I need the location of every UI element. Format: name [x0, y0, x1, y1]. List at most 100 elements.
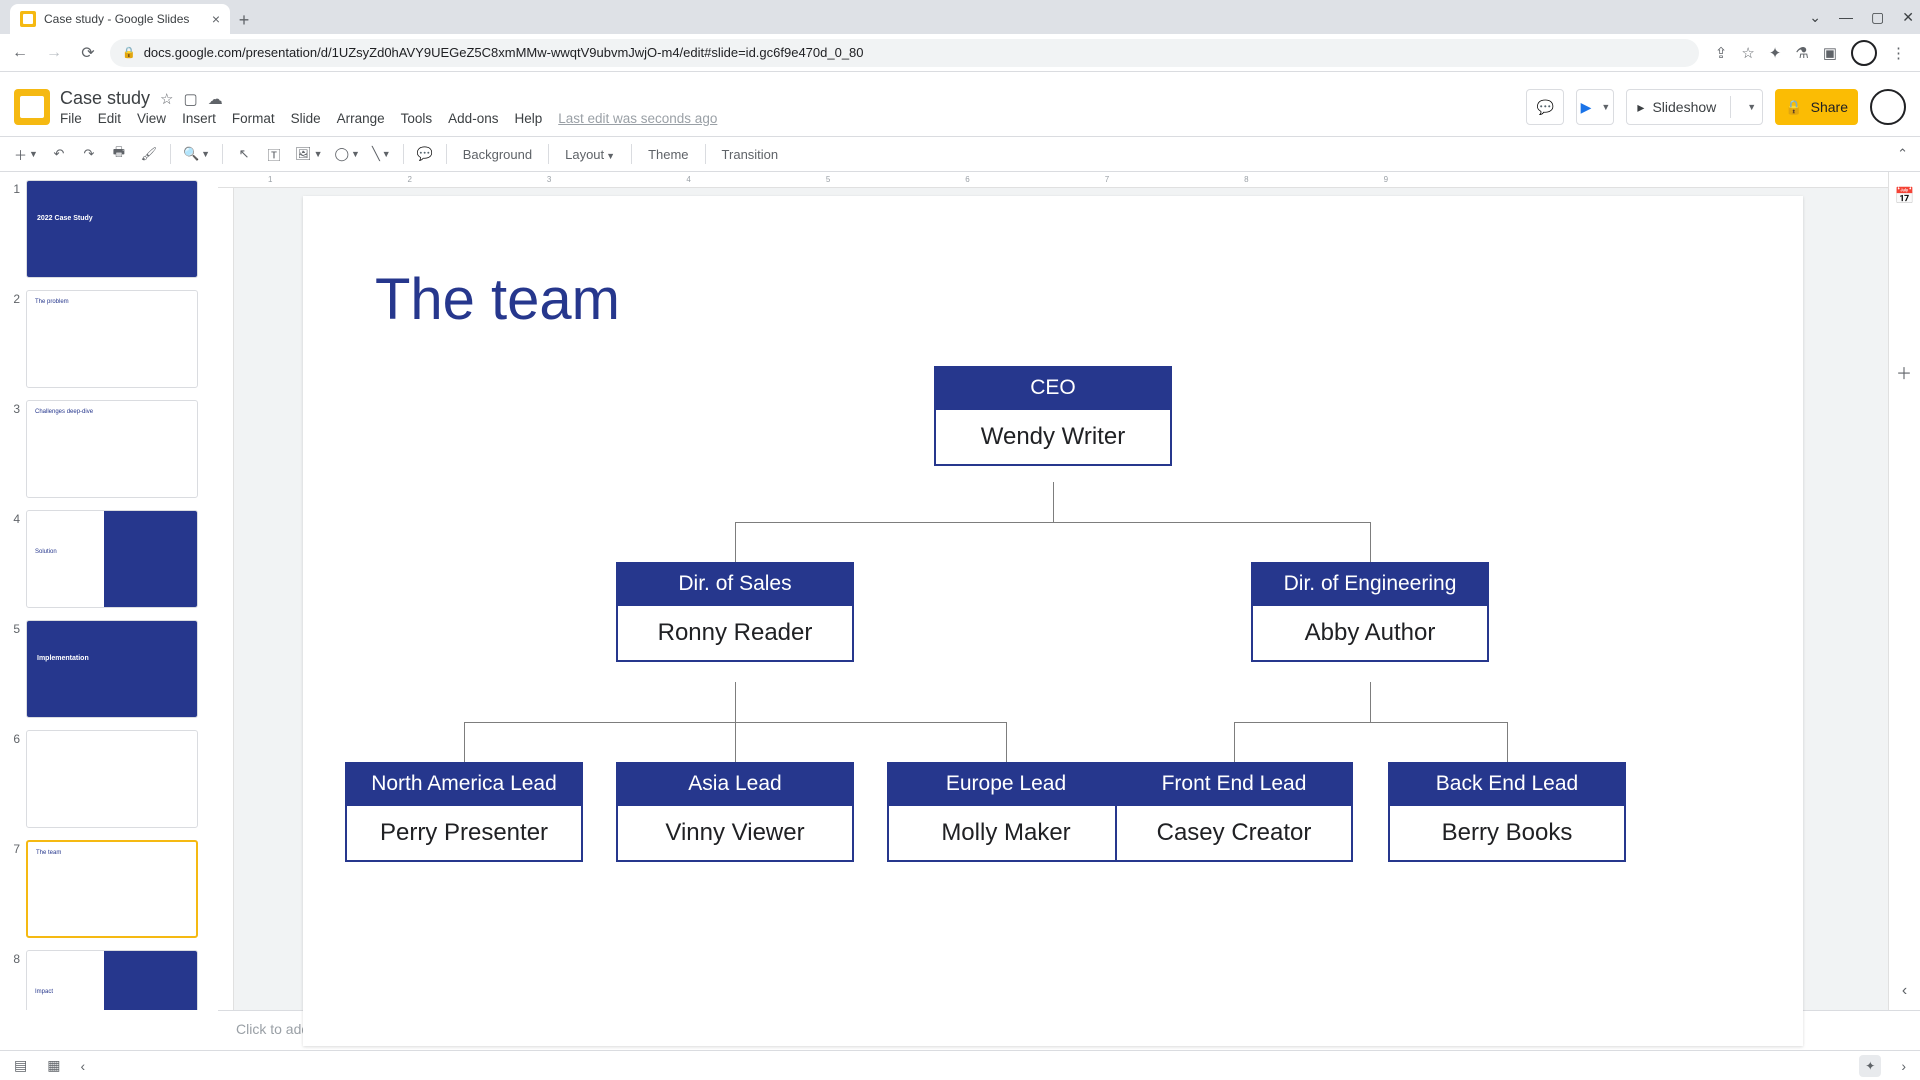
menu-tools[interactable]: Tools: [401, 111, 433, 126]
account-avatar-icon[interactable]: [1870, 89, 1906, 125]
filmstrip[interactable]: 12022 Case Study2The problem3Challenges …: [0, 172, 218, 1010]
slide-thumbnail[interactable]: [26, 730, 198, 828]
org-node-be[interactable]: Back End Lead Berry Books: [1388, 762, 1626, 862]
undo-button[interactable]: ↶: [46, 141, 72, 167]
show-side-panel-icon[interactable]: ‹: [1902, 982, 1907, 1000]
org-node-ceo[interactable]: CEO Wendy Writer: [934, 366, 1172, 466]
thumb-number: 7: [6, 840, 20, 938]
slide-title[interactable]: The team: [375, 266, 620, 333]
new-slide-button[interactable]: ＋▼: [10, 141, 42, 167]
theme-button[interactable]: Theme: [640, 147, 696, 162]
present-dropdown-button[interactable]: ▶▼: [1576, 89, 1614, 125]
move-doc-icon[interactable]: ▢: [184, 90, 198, 108]
menu-addons[interactable]: Add-ons: [448, 111, 498, 126]
image-button[interactable]: 🖼▼: [291, 141, 326, 167]
slide-thumbnail[interactable]: The team: [26, 840, 198, 938]
install-icon[interactable]: ⇪: [1715, 44, 1728, 62]
org-node-sales[interactable]: Dir. of Sales Ronny Reader: [616, 562, 854, 662]
chevron-down-icon[interactable]: ⌄: [1809, 9, 1821, 26]
chevron-down-icon[interactable]: ▼: [1747, 102, 1756, 112]
maximize-icon[interactable]: ▢: [1871, 9, 1884, 26]
menu-edit[interactable]: Edit: [98, 111, 121, 126]
textbox-button[interactable]: 🅃: [261, 141, 287, 167]
thumb-number: 6: [6, 730, 20, 828]
close-tab-icon[interactable]: ×: [212, 11, 220, 27]
org-node-eng[interactable]: Dir. of Engineering Abby Author: [1251, 562, 1489, 662]
line-button[interactable]: ╲▼: [368, 141, 395, 167]
node-role: CEO: [934, 366, 1172, 410]
slideshow-button[interactable]: ▸ Slideshow ▼: [1626, 89, 1763, 125]
slide-canvas[interactable]: The team CEO Wendy Writer: [303, 196, 1803, 1046]
filmstrip-view-icon[interactable]: ▤: [14, 1057, 27, 1074]
shape-button[interactable]: ◯▼: [330, 141, 363, 167]
slide-thumbnail[interactable]: Challenges deep-dive: [26, 400, 198, 498]
back-button[interactable]: ←: [8, 41, 32, 65]
reload-button[interactable]: ⟳: [76, 41, 100, 65]
slide-thumbnail[interactable]: 2022 Case Study: [26, 180, 198, 278]
profile-avatar-icon[interactable]: [1851, 40, 1877, 66]
menu-view[interactable]: View: [137, 111, 166, 126]
ruler-mark: 4: [686, 175, 690, 184]
share-button[interactable]: 🔒 Share: [1775, 89, 1858, 125]
separator: [446, 144, 447, 164]
node-name: Berry Books: [1388, 806, 1626, 862]
zoom-button[interactable]: 🔍▼: [179, 141, 214, 167]
slide-thumbnail[interactable]: Impact: [26, 950, 198, 1010]
forward-button[interactable]: →: [42, 41, 66, 65]
menu-insert[interactable]: Insert: [182, 111, 216, 126]
star-doc-icon[interactable]: ☆: [160, 90, 173, 108]
star-icon[interactable]: ☆: [1741, 44, 1754, 62]
slideshow-label: Slideshow: [1652, 99, 1716, 115]
add-icon[interactable]: ＋: [1896, 360, 1912, 384]
transition-button[interactable]: Transition: [714, 147, 787, 162]
grid-view-icon[interactable]: ▦: [47, 1057, 60, 1074]
app-header: Case study ☆ ▢ ☁ File Edit View Insert F…: [0, 72, 1920, 136]
select-tool-button[interactable]: ↖: [231, 141, 257, 167]
cloud-status-icon[interactable]: ☁: [208, 90, 223, 108]
slide-thumbnail[interactable]: Solution: [26, 510, 198, 608]
org-node-fe[interactable]: Front End Lead Casey Creator: [1115, 762, 1353, 862]
main-area: 12022 Case Study2The problem3Challenges …: [0, 172, 1920, 1010]
divider: [1730, 96, 1731, 118]
paint-format-button[interactable]: 🖌: [136, 141, 162, 167]
last-edit-link[interactable]: Last edit was seconds ago: [558, 111, 717, 126]
menu-bar: File Edit View Insert Format Slide Arran…: [60, 111, 1516, 126]
new-tab-button[interactable]: +: [230, 6, 258, 34]
explore-button[interactable]: ✦: [1859, 1055, 1881, 1077]
close-window-icon[interactable]: ✕: [1902, 9, 1914, 26]
slide-thumbnail[interactable]: Implementation: [26, 620, 198, 718]
comment-button[interactable]: 💬: [412, 141, 438, 167]
redo-button[interactable]: ↷: [76, 141, 102, 167]
kebab-menu-icon[interactable]: ⋮: [1891, 44, 1906, 62]
extensions-icon[interactable]: ✦: [1769, 44, 1782, 62]
labs-icon[interactable]: ⚗: [1795, 44, 1808, 62]
document-title[interactable]: Case study: [60, 88, 150, 109]
layout-button[interactable]: Layout▼: [557, 147, 623, 162]
slide-thumbnail[interactable]: The problem: [26, 290, 198, 388]
ruler-mark: 9: [1384, 175, 1388, 184]
url-field[interactable]: 🔒 docs.google.com/presentation/d/1UZsyZd…: [110, 39, 1699, 67]
comments-button[interactable]: 💬: [1526, 89, 1564, 125]
org-node-na[interactable]: North America Lead Perry Presenter: [345, 762, 583, 862]
collapse-toolbar-icon[interactable]: ⌃: [1897, 146, 1908, 162]
next-icon[interactable]: ›: [1901, 1058, 1906, 1074]
sidepanel-icon[interactable]: ▣: [1823, 44, 1837, 62]
menu-help[interactable]: Help: [514, 111, 542, 126]
slides-logo-icon[interactable]: [14, 89, 50, 125]
menu-slide[interactable]: Slide: [291, 111, 321, 126]
ruler-mark: 2: [407, 175, 411, 184]
menu-format[interactable]: Format: [232, 111, 275, 126]
vertical-ruler: [218, 188, 234, 1010]
menu-arrange[interactable]: Arrange: [337, 111, 385, 126]
calendar-icon[interactable]: 📅: [1895, 186, 1915, 206]
menu-file[interactable]: File: [60, 111, 82, 126]
print-button[interactable]: 🖶: [106, 141, 132, 167]
minimize-icon[interactable]: —: [1839, 9, 1853, 25]
connector: [735, 522, 736, 562]
browser-tab[interactable]: Case study - Google Slides ×: [10, 4, 230, 34]
background-button[interactable]: Background: [455, 147, 540, 162]
collapse-filmstrip-icon[interactable]: ‹: [80, 1058, 85, 1074]
org-node-eu[interactable]: Europe Lead Molly Maker: [887, 762, 1125, 862]
lock-icon: 🔒: [122, 46, 136, 59]
org-node-asia[interactable]: Asia Lead Vinny Viewer: [616, 762, 854, 862]
